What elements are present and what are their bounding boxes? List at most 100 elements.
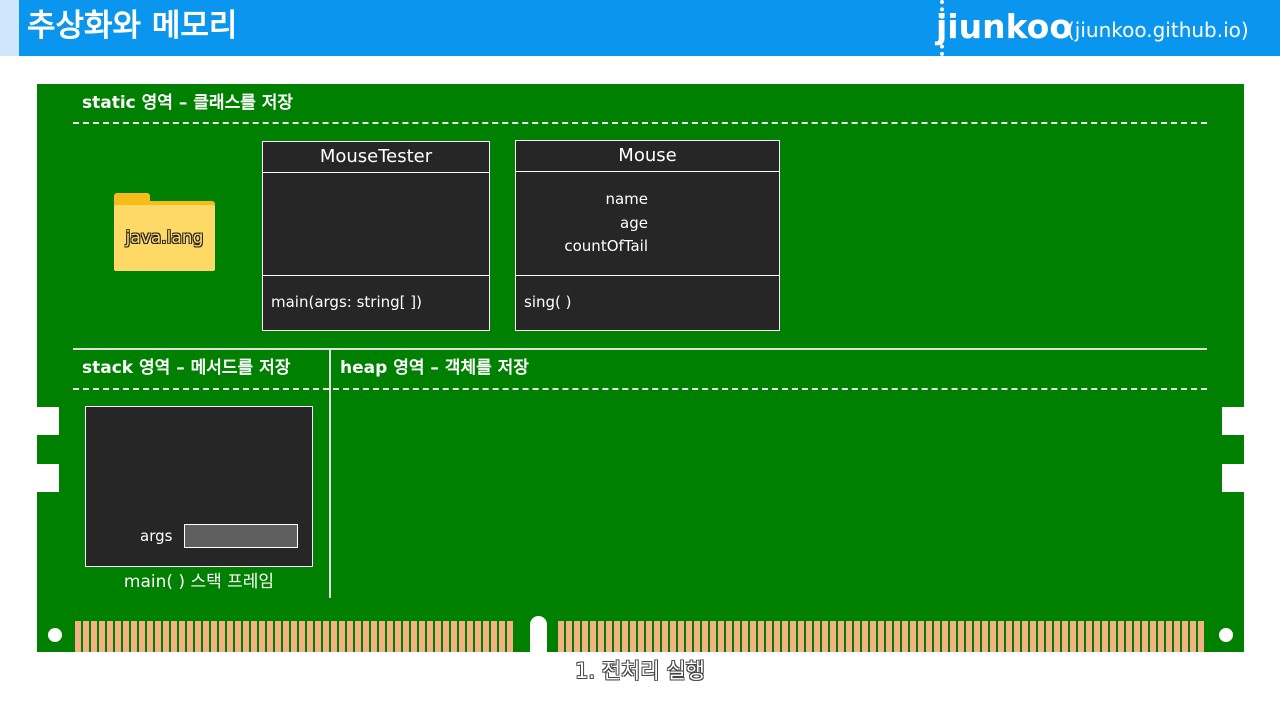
connector-pin bbox=[467, 621, 473, 652]
connector-pin bbox=[822, 621, 828, 652]
stack-frame-caption: main( ) 스택 프레임 bbox=[123, 572, 275, 592]
mount-hole-right bbox=[1219, 628, 1233, 642]
connector-pin bbox=[1198, 621, 1204, 652]
connector-pin bbox=[1158, 621, 1164, 652]
connector-pin bbox=[622, 621, 628, 652]
connector-pin bbox=[846, 621, 852, 652]
connector-pin bbox=[115, 621, 121, 652]
connector-pin bbox=[862, 621, 868, 652]
header-accent bbox=[0, 0, 19, 56]
connector-pin bbox=[219, 621, 225, 652]
connector-pin bbox=[243, 621, 249, 652]
connector-pin bbox=[83, 621, 89, 652]
connector-pin bbox=[1190, 621, 1196, 652]
connector-pin bbox=[614, 621, 620, 652]
folder-label: java.lang bbox=[125, 228, 204, 248]
connector-pin bbox=[1134, 621, 1140, 652]
connector-pin bbox=[371, 621, 377, 652]
stack-area-divider bbox=[73, 388, 329, 390]
mount-hole-left bbox=[48, 628, 62, 642]
static-area-label: static 영역 – 클래스를 저장 bbox=[82, 93, 294, 113]
connector-pin bbox=[403, 621, 409, 652]
class-method: main(args: string[ ]) bbox=[271, 293, 422, 311]
connector-pin bbox=[131, 621, 137, 652]
args-label: args bbox=[140, 527, 173, 545]
connector-pin bbox=[934, 621, 940, 652]
connector-pin bbox=[187, 621, 193, 652]
stack-heap-separator bbox=[329, 350, 331, 598]
connector-pin bbox=[606, 621, 612, 652]
static-area-divider bbox=[73, 122, 1207, 124]
connector-pin bbox=[902, 621, 908, 652]
class-name: Mouse bbox=[516, 141, 779, 172]
connector-pin bbox=[958, 621, 964, 652]
connector-pin bbox=[782, 621, 788, 652]
connector-pin bbox=[1150, 621, 1156, 652]
connector-pin bbox=[726, 621, 732, 652]
connector-pin bbox=[1182, 621, 1188, 652]
key-notch bbox=[530, 616, 547, 656]
connector-pin bbox=[315, 621, 321, 652]
brand-url: (jiunkoo.github.io) bbox=[1067, 18, 1249, 42]
connector-pin bbox=[798, 621, 804, 652]
class-name: MouseTester bbox=[263, 142, 489, 173]
connector-pin bbox=[1078, 621, 1084, 652]
connector-pin bbox=[1126, 621, 1132, 652]
args-slot bbox=[184, 524, 298, 548]
connector-pin bbox=[275, 621, 281, 652]
connector-pin bbox=[1142, 621, 1148, 652]
connector-pin bbox=[742, 621, 748, 652]
connector-pin bbox=[1046, 621, 1052, 652]
connector-pin bbox=[363, 621, 369, 652]
connector-pin bbox=[1118, 621, 1124, 652]
connector-pin bbox=[918, 621, 924, 652]
heap-area-divider bbox=[333, 388, 1207, 390]
connector-pin bbox=[998, 621, 1004, 652]
connector-pin bbox=[950, 621, 956, 652]
connector-pin bbox=[427, 621, 433, 652]
connector-pin bbox=[990, 621, 996, 652]
connector-pin bbox=[139, 621, 145, 652]
connector-pin bbox=[758, 621, 764, 652]
connector-pin bbox=[331, 621, 337, 652]
heap-area-label: heap 영역 – 객체를 저장 bbox=[340, 358, 529, 378]
connector-pin bbox=[830, 621, 836, 652]
connector-pin bbox=[790, 621, 796, 652]
connector-pin bbox=[291, 621, 297, 652]
connector-pin bbox=[299, 621, 305, 652]
connector-pin bbox=[566, 621, 572, 652]
connector-pin bbox=[678, 621, 684, 652]
connector-pin bbox=[507, 621, 513, 652]
connector-pin bbox=[1094, 621, 1100, 652]
connector-pin bbox=[395, 621, 401, 652]
class-field: age bbox=[620, 214, 648, 232]
connector-pin bbox=[910, 621, 916, 652]
class-method: sing( ) bbox=[524, 293, 572, 311]
connector-pin bbox=[582, 621, 588, 652]
class-field: countOfTail bbox=[564, 237, 648, 255]
connector-pins-right bbox=[558, 621, 1204, 652]
connector-pin bbox=[694, 621, 700, 652]
connector-pin bbox=[982, 621, 988, 652]
connector-pin bbox=[123, 621, 129, 652]
connector-pin bbox=[1166, 621, 1172, 652]
connector-pin bbox=[854, 621, 860, 652]
stack-area-label: stack 영역 – 메서드를 저장 bbox=[82, 358, 291, 378]
connector-pin bbox=[894, 621, 900, 652]
connector-pin bbox=[1086, 621, 1092, 652]
connector-pin bbox=[419, 621, 425, 652]
connector-pin bbox=[1014, 621, 1020, 652]
class-box-mouse: Mouse name age countOfTail sing( ) bbox=[515, 140, 780, 331]
connector-pin bbox=[499, 621, 505, 652]
connector-pin bbox=[654, 621, 660, 652]
connector-pin bbox=[459, 621, 465, 652]
connector-pins-left bbox=[75, 621, 513, 652]
connector-pin bbox=[1174, 621, 1180, 652]
step-caption: 1. 전처리 실행 bbox=[575, 659, 705, 683]
connector-pin bbox=[686, 621, 692, 652]
connector-pin bbox=[195, 621, 201, 652]
connector-pin bbox=[1062, 621, 1068, 652]
connector-pin bbox=[411, 621, 417, 652]
connector-pin bbox=[1054, 621, 1060, 652]
connector-pin bbox=[638, 621, 644, 652]
